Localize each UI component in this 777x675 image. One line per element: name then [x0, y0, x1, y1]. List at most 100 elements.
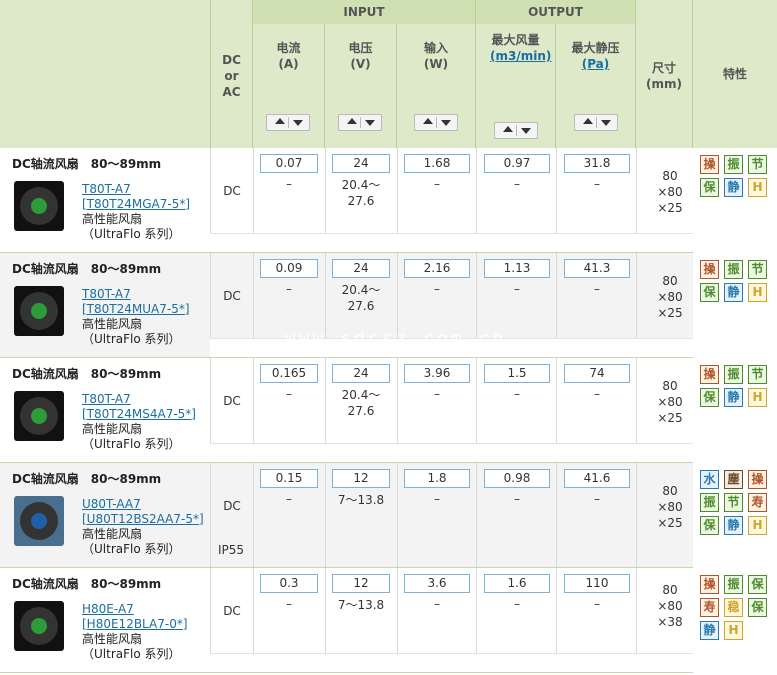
- current-range: –: [286, 492, 292, 506]
- airflow-value: 0.97: [484, 154, 550, 173]
- dcac-value: DC: [223, 499, 241, 513]
- feature-badge-icon[interactable]: 静: [724, 516, 743, 535]
- sort-desc-icon[interactable]: [365, 120, 375, 126]
- header-pressure-unit-link[interactable]: (Pa): [556, 56, 635, 72]
- model-part-link[interactable]: [T80T24MS4A7-5*]: [82, 407, 196, 422]
- sort-asc-icon[interactable]: [423, 118, 433, 124]
- pressure-range: –: [594, 282, 600, 296]
- model-info: T80T-A7 [T80T24MUA7-5*] 高性能风扇 （UltraFlo …: [82, 287, 190, 347]
- feature-badge-icon[interactable]: 静: [724, 178, 743, 197]
- feature-badge-icon[interactable]: 保: [700, 283, 719, 302]
- feature-badge-icon[interactable]: 节: [748, 155, 767, 174]
- fan-product-image[interactable]: [14, 496, 64, 546]
- model-part-link[interactable]: [T80T24MUA7-5*]: [82, 302, 190, 317]
- size-value: 80 ×80 ×25: [657, 484, 683, 530]
- feature-badge-icon[interactable]: 节: [748, 260, 767, 279]
- feature-badge-icon[interactable]: 振: [724, 155, 743, 174]
- power-range: –: [434, 282, 440, 296]
- sort-asc-icon[interactable]: [583, 118, 593, 124]
- power-range: –: [434, 597, 440, 611]
- model-part-link[interactable]: [U80T12BS2AA7-5*]: [82, 512, 204, 527]
- model-series: （UltraFlo 系列）: [82, 332, 181, 346]
- feature-badge-icon[interactable]: 水: [700, 470, 719, 489]
- feature-badge-icon[interactable]: 操: [700, 155, 719, 174]
- model-link[interactable]: T80T-A7: [82, 287, 190, 302]
- feature-badge-icon[interactable]: 静: [724, 283, 743, 302]
- dcac-value: DC: [223, 394, 241, 408]
- feature-badge-icon[interactable]: H: [748, 283, 767, 302]
- sort-desc-icon[interactable]: [601, 120, 611, 126]
- feature-badge-icon[interactable]: 寿: [700, 598, 719, 617]
- sort-asc-icon[interactable]: [503, 126, 513, 132]
- voltage-range: 20.4～ 27.6: [341, 283, 381, 313]
- sort-asc-icon[interactable]: [347, 118, 357, 124]
- header-dcac: DC or AC: [211, 0, 253, 148]
- sort-voltage-control[interactable]: [338, 114, 382, 131]
- feature-badge-icon[interactable]: 振: [724, 575, 743, 594]
- sort-current-control[interactable]: [266, 114, 310, 131]
- feature-badge-icon[interactable]: 节: [748, 365, 767, 384]
- fan-product-image[interactable]: [14, 601, 64, 651]
- model-part-link[interactable]: [T80T24MGA7-5*]: [82, 197, 190, 212]
- sort-desc-icon[interactable]: [441, 120, 451, 126]
- feature-badge-icon[interactable]: H: [748, 388, 767, 407]
- airflow-value: 1.5: [484, 364, 550, 383]
- feature-badge-icon[interactable]: 寿: [748, 493, 767, 512]
- feature-badge-icon[interactable]: 静: [724, 388, 743, 407]
- feature-badge-icon[interactable]: 操: [700, 575, 719, 594]
- feature-badge-icon[interactable]: 振: [700, 493, 719, 512]
- header-airflow: 最大风量 (m3/min): [476, 24, 556, 148]
- feature-badge-icon[interactable]: 保: [700, 516, 719, 535]
- feature-badge-icon[interactable]: 稳: [724, 598, 743, 617]
- power-value: 1.8: [404, 469, 470, 488]
- airflow-range: –: [514, 597, 520, 611]
- sort-desc-icon[interactable]: [293, 120, 303, 126]
- header-group-input: INPUT: [253, 0, 476, 24]
- feature-badge-icon[interactable]: H: [724, 621, 743, 640]
- column-divider: [476, 463, 477, 567]
- model-description: 高性能风扇: [82, 632, 143, 646]
- feature-badge-icon[interactable]: 振: [724, 260, 743, 279]
- sort-pressure-control[interactable]: [574, 114, 618, 131]
- feature-badge-icon[interactable]: 操: [700, 365, 719, 384]
- current-value: 0.09: [260, 259, 318, 278]
- feature-badge-icon[interactable]: 操: [748, 470, 767, 489]
- sort-airflow-control[interactable]: [494, 122, 538, 139]
- header-voltage: 电压 (V): [325, 24, 397, 148]
- feature-badge-icon[interactable]: 操: [700, 260, 719, 279]
- model-link[interactable]: H80E-A7: [82, 602, 188, 617]
- feature-badge-icon[interactable]: 静: [700, 621, 719, 640]
- feature-badge-icon[interactable]: H: [748, 516, 767, 535]
- header-airflow-unit-link[interactable]: (m3/min): [490, 48, 551, 64]
- column-divider: [253, 463, 254, 567]
- header-power-label: 输入: [423, 41, 448, 55]
- feature-badge-icon[interactable]: 塵: [724, 470, 743, 489]
- model-link[interactable]: U80T-AA7: [82, 497, 204, 512]
- feature-badge-icon[interactable]: 保: [700, 388, 719, 407]
- feature-badge-icon[interactable]: 保: [748, 598, 767, 617]
- model-part-link[interactable]: [H80E12BLA7-0*]: [82, 617, 188, 632]
- feature-badge-icon[interactable]: H: [748, 178, 767, 197]
- model-link[interactable]: T80T-A7: [82, 182, 190, 197]
- sort-asc-icon[interactable]: [275, 118, 285, 124]
- feature-badge-icon[interactable]: 保: [748, 575, 767, 594]
- pressure-value: 74: [564, 364, 630, 383]
- airflow-range: –: [514, 492, 520, 506]
- sort-desc-icon[interactable]: [521, 128, 531, 134]
- sort-power-control[interactable]: [414, 114, 458, 131]
- row-spacer: [210, 443, 693, 462]
- pressure-range: –: [594, 597, 600, 611]
- feature-badge-icon[interactable]: 振: [724, 365, 743, 384]
- fan-product-image[interactable]: [14, 181, 64, 231]
- feature-badge-icon[interactable]: 保: [700, 178, 719, 197]
- feature-badge-icon[interactable]: 节: [724, 493, 743, 512]
- fan-product-image[interactable]: [14, 286, 64, 336]
- model-link[interactable]: T80T-A7: [82, 392, 196, 407]
- model-info: T80T-A7 [T80T24MGA7-5*] 高性能风扇 （UltraFlo …: [82, 182, 190, 242]
- model-description: 高性能风扇: [82, 212, 143, 226]
- fan-product-image[interactable]: [14, 391, 64, 441]
- ip-rating: IP55: [218, 543, 245, 557]
- model-series: （UltraFlo 系列）: [82, 647, 181, 661]
- dcac-value: DC: [223, 184, 241, 198]
- size-value: 80 ×80 ×25: [657, 274, 683, 320]
